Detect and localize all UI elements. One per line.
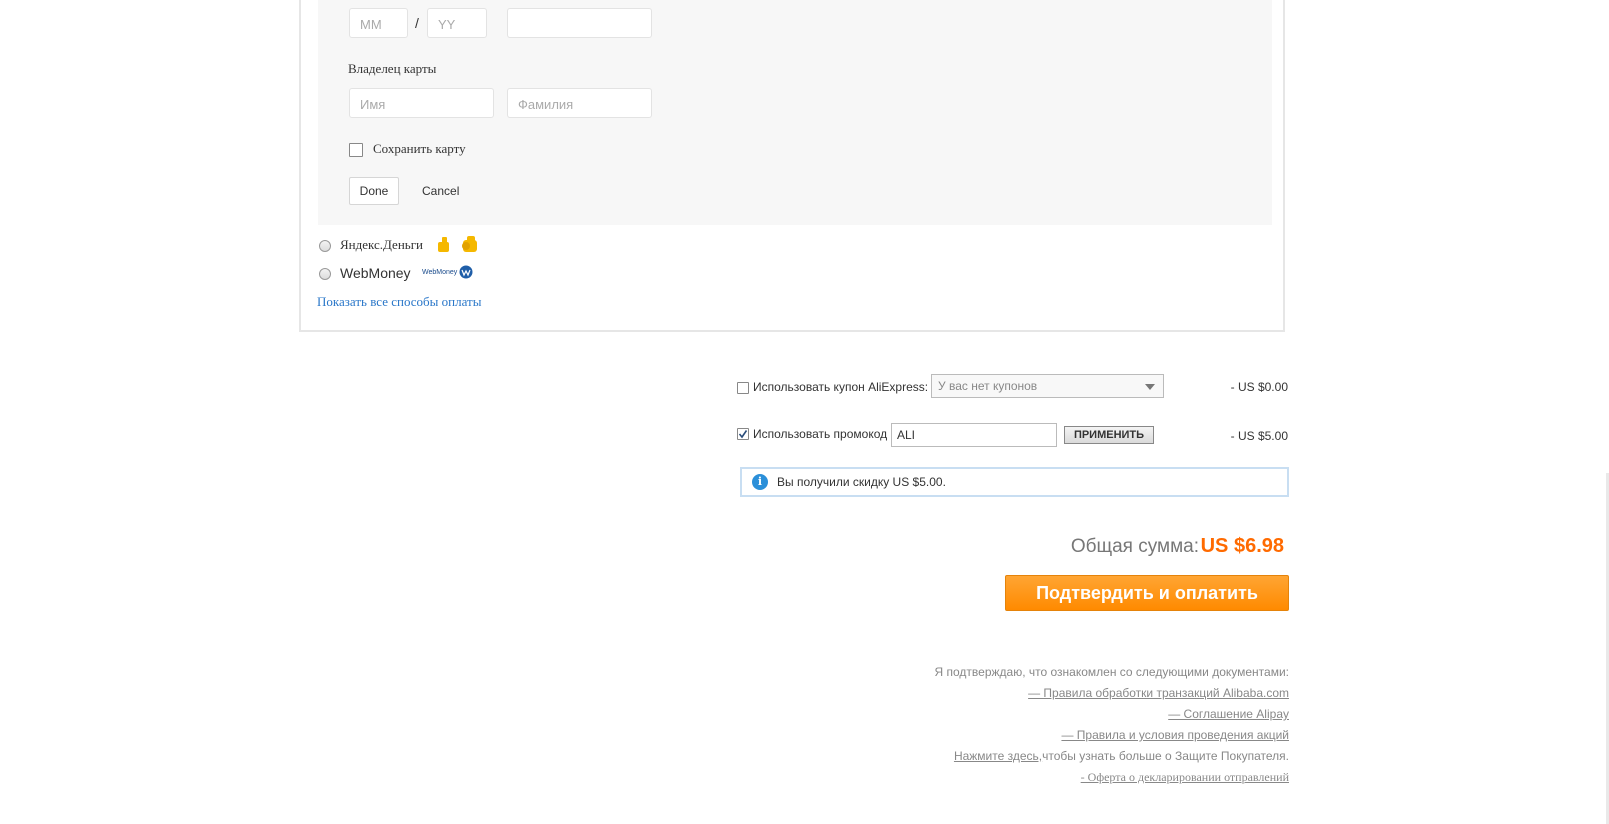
total-amount: US $6.98 bbox=[1200, 535, 1284, 557]
webmoney-radio[interactable] bbox=[319, 268, 331, 280]
chevron-down-icon bbox=[1145, 384, 1155, 390]
promo-label: Использовать промокод bbox=[753, 427, 888, 441]
save-card-checkbox[interactable] bbox=[349, 143, 363, 157]
promo-code-input[interactable]: ALI bbox=[891, 423, 1057, 447]
last-name-input[interactable]: Фамилия bbox=[507, 88, 652, 118]
first-name-input[interactable]: Имя bbox=[349, 88, 494, 118]
promo-discount-amount: - US $5.00 bbox=[1230, 429, 1288, 443]
promotion-terms-link[interactable]: — Правила и условия проведения акций bbox=[1061, 728, 1289, 742]
info-icon: i bbox=[752, 474, 768, 490]
show-all-payment-methods-link[interactable]: Показать все способы оплаты bbox=[317, 294, 481, 310]
documents-intro: Я подтверждаю, что ознакомлен со следующ… bbox=[934, 665, 1290, 679]
webmoney-label: WebMoney bbox=[340, 265, 411, 281]
legal-documents: Я подтверждаю, что ознакомлен со следующ… bbox=[935, 662, 1290, 788]
alibaba-transaction-rules-link[interactable]: — Правила обработки транзакций Alibaba.c… bbox=[1028, 686, 1289, 700]
total-label: Общая сумма: bbox=[1070, 536, 1199, 557]
coupon-checkbox[interactable] bbox=[737, 382, 749, 394]
cancel-button[interactable]: Cancel bbox=[422, 184, 459, 198]
card-owner-label: Владелец карты bbox=[348, 61, 437, 76]
coupon-discount-amount: - US $0.00 bbox=[1230, 380, 1288, 394]
alipay-agreement-link[interactable]: — Соглашение Alipay bbox=[1168, 707, 1289, 721]
confirm-and-pay-button[interactable]: Подтвердить и оплатить bbox=[1005, 575, 1289, 611]
expiry-year-input[interactable]: YY bbox=[427, 8, 487, 38]
save-card-label: Сохранить карту bbox=[373, 141, 466, 156]
security-code-input[interactable] bbox=[507, 8, 652, 38]
discount-notice: i Вы получили скидку US $5.00. bbox=[740, 467, 1289, 497]
done-button[interactable]: Done bbox=[349, 177, 399, 205]
apply-promo-button[interactable]: ПРИМЕНИТЬ bbox=[1064, 426, 1154, 444]
shipment-declaration-offer-link[interactable]: - Оферта о декларировании отправлений bbox=[1081, 770, 1289, 784]
discount-notice-text: Вы получили скидку US $5.00. bbox=[777, 475, 946, 489]
buyer-protection-link[interactable]: Нажмите здесь, bbox=[954, 749, 1042, 763]
coupon-label: Использовать купон AliExpress: bbox=[753, 380, 929, 394]
promo-checkbox[interactable] bbox=[737, 428, 749, 440]
expiry-separator: / bbox=[415, 15, 419, 31]
yandex-money-radio[interactable] bbox=[319, 240, 331, 252]
webmoney-icon: WebMoney bbox=[422, 265, 473, 279]
buyer-protection-text: чтобы узнать больше о Защите Покупателя. bbox=[1042, 749, 1289, 763]
yandex-money-label: Яндекс.Деньги bbox=[340, 237, 423, 252]
coupon-select[interactable]: У вас нет купонов bbox=[931, 374, 1164, 398]
yandex-money-icon bbox=[436, 234, 480, 259]
expiry-month-input[interactable]: MM bbox=[349, 8, 408, 38]
checkmark-icon bbox=[738, 430, 748, 439]
